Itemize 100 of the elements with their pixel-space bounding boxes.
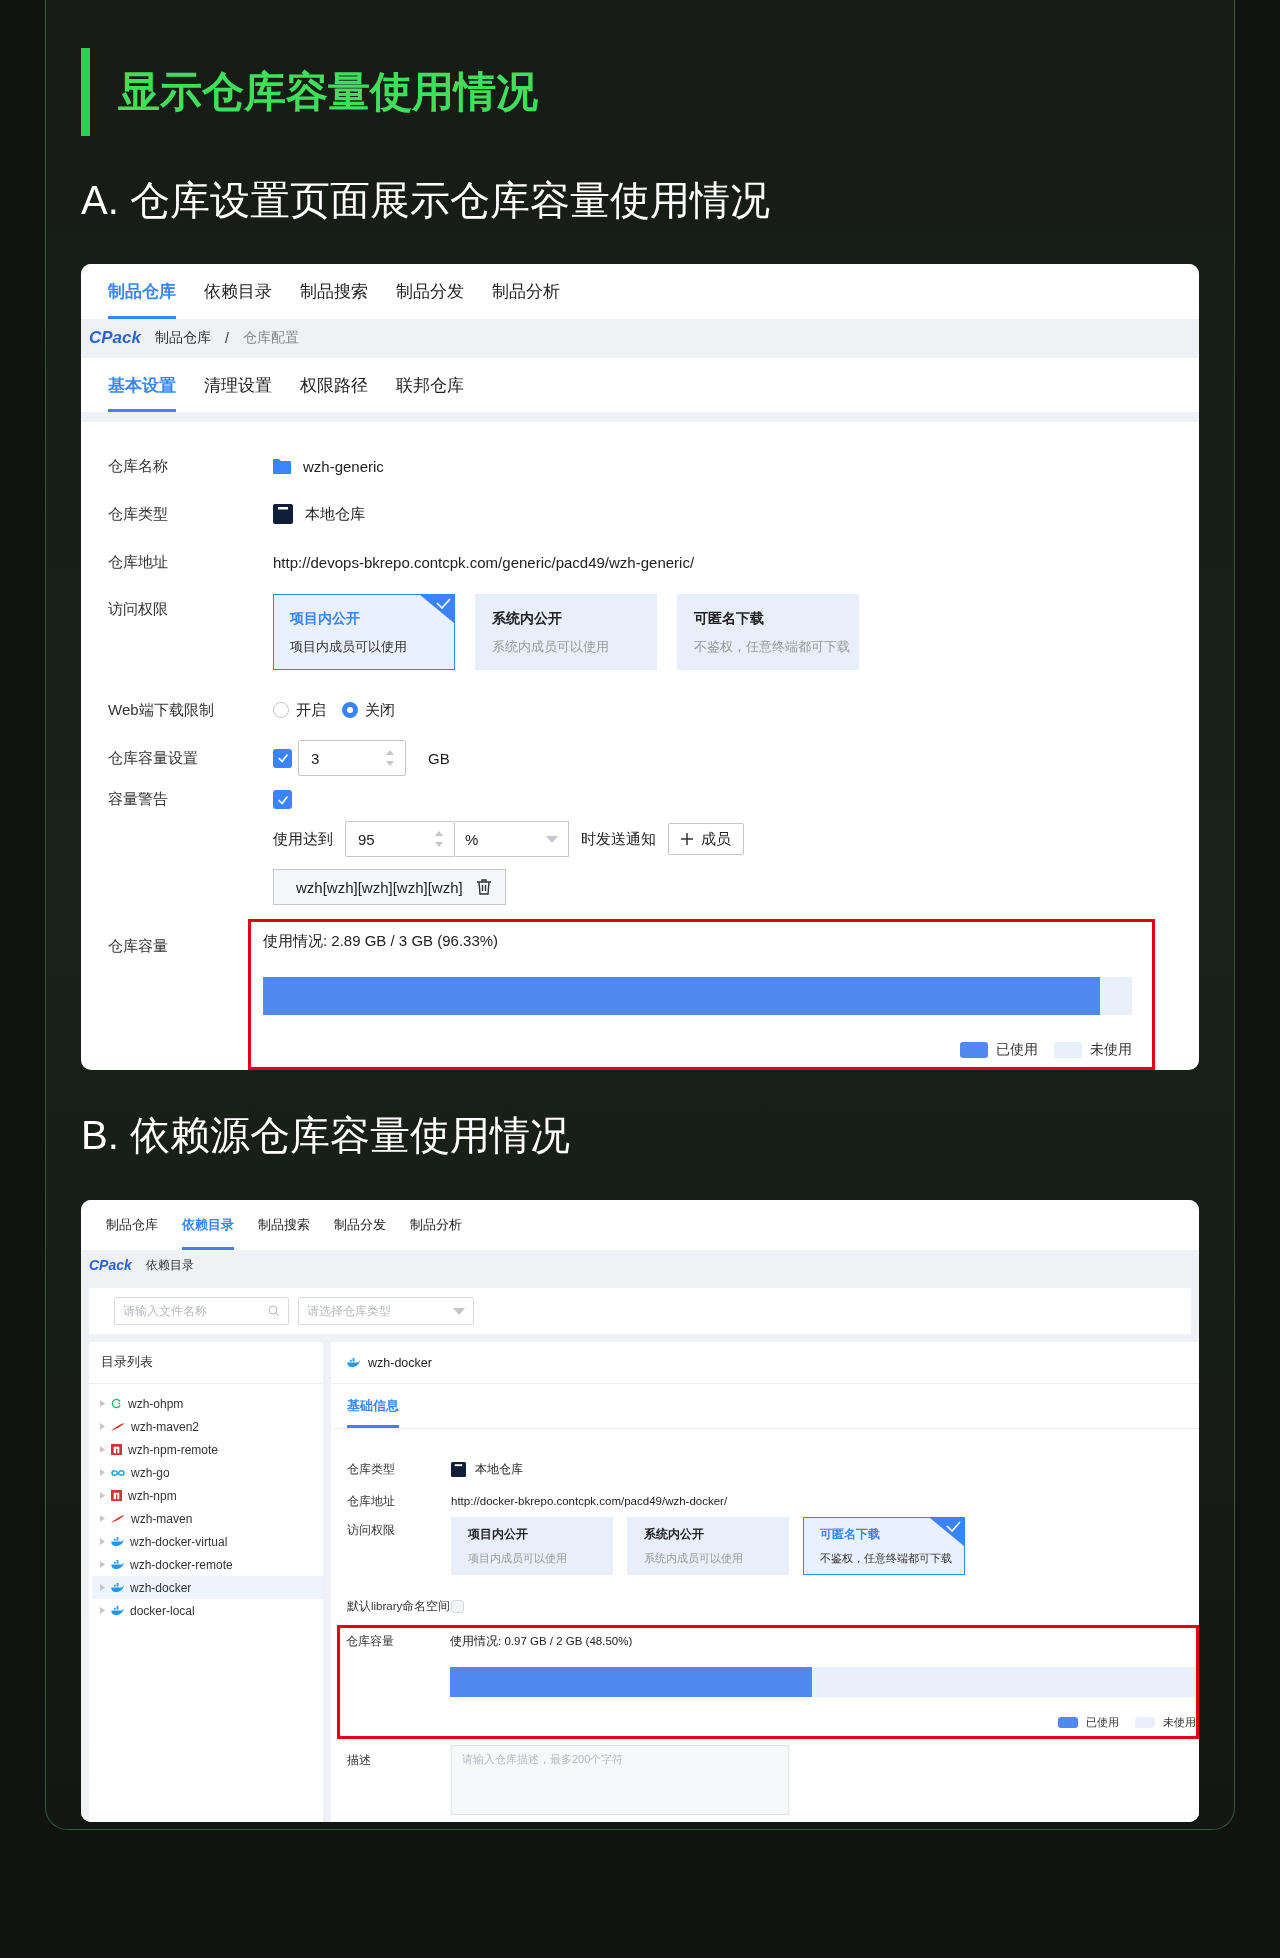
field-value: wzh-generic	[303, 457, 384, 475]
logo: CPack	[89, 328, 141, 349]
field-label: 仓库地址	[108, 552, 169, 572]
checkbox[interactable]	[273, 790, 292, 809]
access-option[interactable]: 系统内公开 系统内成员可以使用	[475, 594, 657, 670]
field-label: Web端下载限制	[108, 700, 215, 720]
legend-label: 未使用	[1090, 1041, 1132, 1059]
folder-icon	[273, 458, 291, 474]
expand-caret-icon[interactable]	[100, 1561, 105, 1568]
legend-label: 已使用	[1086, 1715, 1119, 1730]
tree-item[interactable]: wzh-npm	[92, 1484, 323, 1507]
radio-button[interactable]	[342, 702, 358, 718]
whale-icon	[111, 1606, 124, 1615]
field-label: 仓库容量	[346, 1634, 395, 1649]
field-text: 使用达到	[273, 829, 333, 849]
feather-icon	[111, 1422, 125, 1431]
page-heading: 显示仓库容量使用情况	[81, 48, 1199, 136]
nav-tab[interactable]: 联邦仓库	[396, 358, 464, 412]
legend-swatch	[1058, 1717, 1078, 1728]
nav-tab[interactable]: 制品搜索	[300, 264, 368, 319]
nav-tab[interactable]: 制品分析	[492, 264, 560, 319]
tree-item[interactable]: wzh-docker-virtual	[92, 1530, 323, 1553]
search-icon	[268, 1305, 280, 1317]
tree-item[interactable]: wzh-maven2	[92, 1415, 323, 1438]
radio-label: 关闭	[365, 700, 395, 720]
feather-icon	[111, 1514, 125, 1523]
access-option[interactable]: 可匿名下载 不鉴权，任意终端都可下载	[803, 1517, 965, 1575]
access-option[interactable]: 项目内公开 项目内成员可以使用	[273, 594, 455, 670]
package-icon	[111, 1490, 122, 1501]
breadcrumb-item[interactable]: 制品仓库	[155, 329, 211, 348]
whale-icon	[111, 1583, 124, 1592]
field-value: http://docker-bkrepo.contcpk.com/pacd49/wzh-docker/	[451, 1495, 728, 1507]
add-member-button[interactable]: 成员	[668, 823, 744, 855]
whale-icon	[111, 1537, 124, 1546]
field-label: 仓库类型	[108, 504, 169, 524]
expand-caret-icon[interactable]	[100, 1423, 105, 1430]
expand-caret-icon[interactable]	[100, 1400, 105, 1407]
usage-text: 使用情况: 2.89 GB / 3 GB (96.33%)	[263, 932, 500, 951]
nav-tab[interactable]: 依赖目录	[204, 264, 272, 319]
nav-tab[interactable]: 制品分发	[334, 1200, 386, 1250]
usage-text: 使用情况: 0.97 GB / 2 GB (48.50%)	[450, 1634, 634, 1649]
access-option[interactable]: 可匿名下载 不鉴权，任意终端都可下载	[677, 594, 859, 670]
nav-tab[interactable]: 清理设置	[204, 358, 272, 412]
repository-icon	[273, 504, 293, 524]
number-field[interactable]: 3	[298, 740, 406, 776]
expand-caret-icon[interactable]	[100, 1515, 105, 1522]
field-label: 默认library命名空间	[347, 1598, 451, 1614]
field-label: 仓库容量	[107, 936, 169, 956]
nav-tab[interactable]: 制品分发	[396, 264, 464, 319]
tree-item[interactable]: wzh-maven	[92, 1507, 323, 1530]
expand-caret-icon[interactable]	[100, 1446, 105, 1453]
nav-tab[interactable]: 制品搜索	[258, 1200, 310, 1250]
expand-caret-icon[interactable]	[100, 1492, 105, 1499]
tree-item[interactable]: wzh-npm-remote	[92, 1438, 323, 1461]
legend-label: 未使用	[1163, 1715, 1196, 1730]
radio-label: 开启	[296, 700, 326, 720]
checkbox[interactable]	[451, 1599, 464, 1613]
tree-item[interactable]: wzh-docker-remote	[92, 1553, 323, 1576]
access-option[interactable]: 项目内公开 项目内成员可以使用	[451, 1517, 613, 1575]
panel-title: 目录列表	[101, 1354, 153, 1371]
number-field[interactable]: 95	[345, 821, 455, 857]
tree-item[interactable]: docker-local	[92, 1599, 323, 1622]
trash-icon[interactable]	[476, 879, 491, 895]
tree-item[interactable]: wzh-ohpm	[92, 1392, 323, 1415]
breadcrumb-item: /	[225, 330, 229, 347]
field-label: 仓库容量设置	[108, 748, 199, 768]
field-label: 仓库类型	[347, 1461, 396, 1477]
field-value: 本地仓库	[475, 1461, 523, 1477]
radio-button[interactable]	[273, 702, 289, 718]
caret-icon	[453, 1307, 465, 1315]
section-title: B. 依赖源仓库容量使用情况	[81, 1111, 571, 1159]
nav-tab[interactable]: 权限路径	[300, 358, 368, 412]
unit-select[interactable]: %	[455, 821, 569, 857]
nav-tab[interactable]: 基本设置	[108, 358, 176, 412]
unit-label: GB	[428, 749, 450, 767]
field-label: 访问权限	[108, 599, 169, 619]
logo: CPack	[89, 1257, 132, 1273]
infinity-icon	[111, 1468, 125, 1477]
expand-caret-icon[interactable]	[100, 1584, 105, 1591]
field-label: 访问权限	[347, 1523, 396, 1538]
checkmark-icon	[275, 751, 290, 765]
checkbox[interactable]	[273, 748, 292, 768]
detail-tab[interactable]: 基础信息	[347, 1384, 399, 1428]
repository-title: wzh-docker	[368, 1355, 432, 1370]
tree-item[interactable]: wzh-go	[92, 1461, 323, 1484]
access-option[interactable]: 系统内公开 系统内成员可以使用	[627, 1517, 789, 1575]
nav-tab[interactable]: 制品仓库	[106, 1200, 158, 1250]
expand-caret-icon[interactable]	[100, 1538, 105, 1545]
expand-caret-icon[interactable]	[100, 1469, 105, 1476]
field-value: http://devops-bkrepo.contcpk.com/generic/pacd49/wzh-generic/	[273, 553, 695, 571]
whale-icon	[347, 1358, 360, 1367]
breadcrumb-item: 依赖目录	[145, 1257, 194, 1273]
repository-icon	[451, 1461, 466, 1477]
ring-icon	[111, 1398, 122, 1409]
expand-caret-icon[interactable]	[100, 1607, 105, 1614]
legend-swatch	[960, 1042, 988, 1058]
tree-item[interactable]: wzh-docker	[92, 1576, 323, 1599]
section-title: A. 仓库设置页面展示仓库容量使用情况	[81, 176, 771, 224]
nav-tab[interactable]: 制品分析	[410, 1200, 462, 1250]
caret-icon	[546, 835, 558, 843]
